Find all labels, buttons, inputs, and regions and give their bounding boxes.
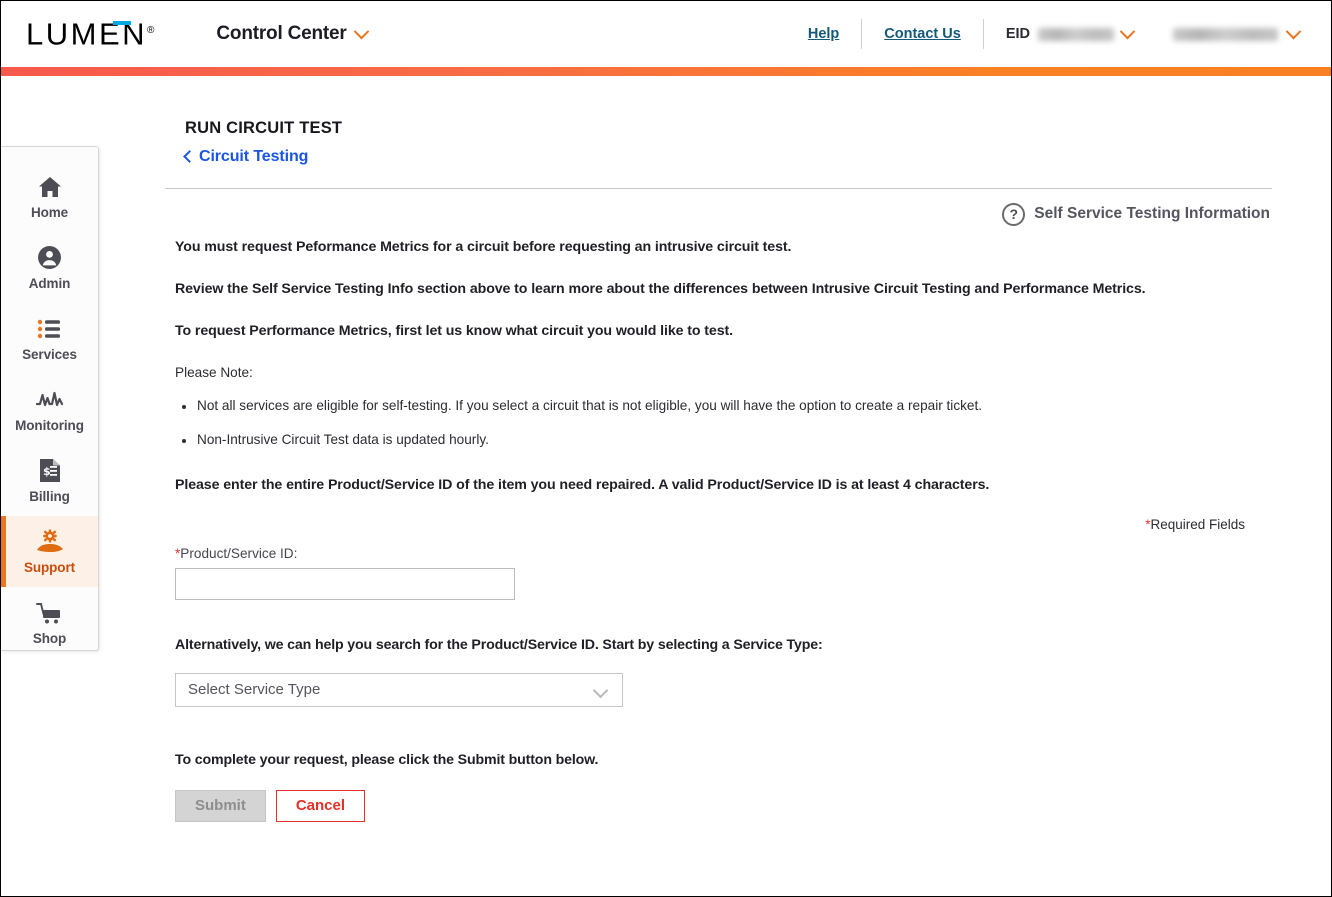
sidebar-item-home[interactable]: Home bbox=[1, 161, 98, 232]
sidebar-item-label: Support bbox=[23, 559, 76, 575]
product-id-label-text: Product/Service ID: bbox=[180, 545, 298, 561]
service-type-select[interactable]: Select Service Type bbox=[175, 672, 623, 707]
lead-line-2: Review the Self Service Testing Info sec… bbox=[175, 280, 1146, 297]
sidebar-item-shop[interactable]: Shop bbox=[1, 587, 98, 658]
required-fields-note: *Required Fields bbox=[175, 517, 1245, 532]
waveform-icon bbox=[35, 387, 64, 413]
header-right-group: Help Contact Us EID bbox=[786, 17, 1305, 51]
instructions-block: You must request Peformance Metrics for … bbox=[175, 239, 1275, 822]
product-id-label: *Product/Service ID: bbox=[175, 546, 1275, 561]
account-value-redacted bbox=[1173, 27, 1278, 41]
page-title: RUN CIRCUIT TEST bbox=[185, 119, 343, 137]
breadcrumb-back-link[interactable]: Circuit Testing bbox=[183, 148, 309, 166]
sidebar-item-label: Billing bbox=[29, 488, 70, 504]
eid-value-redacted bbox=[1038, 27, 1114, 41]
contact-us-link[interactable]: Contact Us bbox=[862, 26, 983, 42]
app-title-dropdown[interactable]: Control Center bbox=[216, 23, 369, 45]
self-service-testing-info-label: Self Service Testing Information bbox=[1034, 205, 1270, 222]
chevron-left-icon bbox=[183, 149, 196, 163]
main-content: RUN CIRCUIT TEST Circuit Testing ? Self … bbox=[165, 119, 1275, 822]
logo-text: LUMEN® bbox=[26, 14, 154, 51]
sidebar-item-support[interactable]: Support bbox=[1, 516, 98, 587]
user-circle-icon bbox=[37, 245, 62, 271]
eid-label: EID bbox=[1005, 26, 1030, 42]
cart-icon bbox=[35, 600, 64, 626]
home-icon bbox=[38, 174, 62, 200]
sidebar-item-label: Admin bbox=[28, 275, 71, 291]
sidebar-item-label: Home bbox=[30, 204, 69, 220]
form-actions: Submit Cancel bbox=[175, 789, 1275, 822]
eid-dropdown[interactable]: EID bbox=[984, 23, 1149, 42]
service-type-selected-value: Select Service Type bbox=[188, 681, 321, 698]
question-circle-icon: ? bbox=[1002, 202, 1026, 226]
hand-gear-icon bbox=[36, 529, 64, 555]
sidebar-item-label: Monitoring bbox=[15, 417, 84, 433]
invoice-dollar-icon: $ bbox=[39, 458, 61, 484]
logo-accent-bar bbox=[113, 21, 131, 25]
alternative-search-text: Alternatively, we can help you search fo… bbox=[175, 636, 823, 653]
required-fields-label: Required Fields bbox=[1150, 516, 1245, 532]
sidebar-item-label: Services bbox=[22, 346, 77, 362]
chevron-down-icon bbox=[1285, 23, 1302, 39]
complete-request-text: To complete your request, please click t… bbox=[175, 751, 599, 768]
brand-gradient-bar bbox=[1, 67, 1331, 76]
breadcrumb-label: Circuit Testing bbox=[199, 148, 309, 165]
svg-text:$: $ bbox=[43, 465, 51, 478]
please-note-heading: Please Note: bbox=[175, 364, 253, 380]
sidebar-item-admin[interactable]: Admin bbox=[1, 232, 98, 303]
lead-line-1: You must request Peformance Metrics for … bbox=[175, 238, 792, 255]
app-header: LUMEN® Control Center Help Contact Us EI… bbox=[1, 1, 1331, 67]
account-dropdown[interactable] bbox=[1149, 23, 1305, 41]
chevron-down-icon bbox=[353, 23, 369, 39]
notes-list: Not all services are eligible for self-t… bbox=[175, 398, 1275, 447]
list-item: Non-Intrusive Circuit Test data is updat… bbox=[182, 432, 1275, 447]
product-service-id-input[interactable] bbox=[175, 567, 515, 600]
list-item: Not all services are eligible for self-t… bbox=[182, 398, 1275, 413]
primary-sidebar: Home Admin Services Monitoring $ Billing… bbox=[1, 146, 99, 651]
help-link[interactable]: Help bbox=[786, 26, 861, 42]
app-title-label: Control Center bbox=[216, 23, 347, 44]
info-link-row: ? Self Service Testing Information bbox=[165, 202, 1275, 226]
submit-button[interactable]: Submit bbox=[175, 789, 266, 822]
chevron-down-icon bbox=[1119, 23, 1136, 39]
list-icon bbox=[37, 316, 62, 342]
sidebar-item-monitoring[interactable]: Monitoring bbox=[1, 374, 98, 445]
chevron-down-icon bbox=[592, 682, 609, 698]
sidebar-item-billing[interactable]: $ Billing bbox=[1, 445, 98, 516]
lumen-logo[interactable]: LUMEN® bbox=[26, 14, 154, 54]
logo-registered-mark: ® bbox=[147, 25, 155, 36]
section-divider bbox=[165, 187, 1272, 189]
self-service-testing-info-link[interactable]: ? Self Service Testing Information bbox=[1002, 202, 1270, 226]
product-id-instruction: Please enter the entire Product/Service … bbox=[175, 476, 990, 493]
lead-line-3: To request Performance Metrics, first le… bbox=[175, 322, 733, 339]
sidebar-item-label: Shop bbox=[32, 630, 67, 646]
sidebar-item-services[interactable]: Services bbox=[1, 303, 98, 374]
cancel-button[interactable]: Cancel bbox=[275, 789, 366, 822]
